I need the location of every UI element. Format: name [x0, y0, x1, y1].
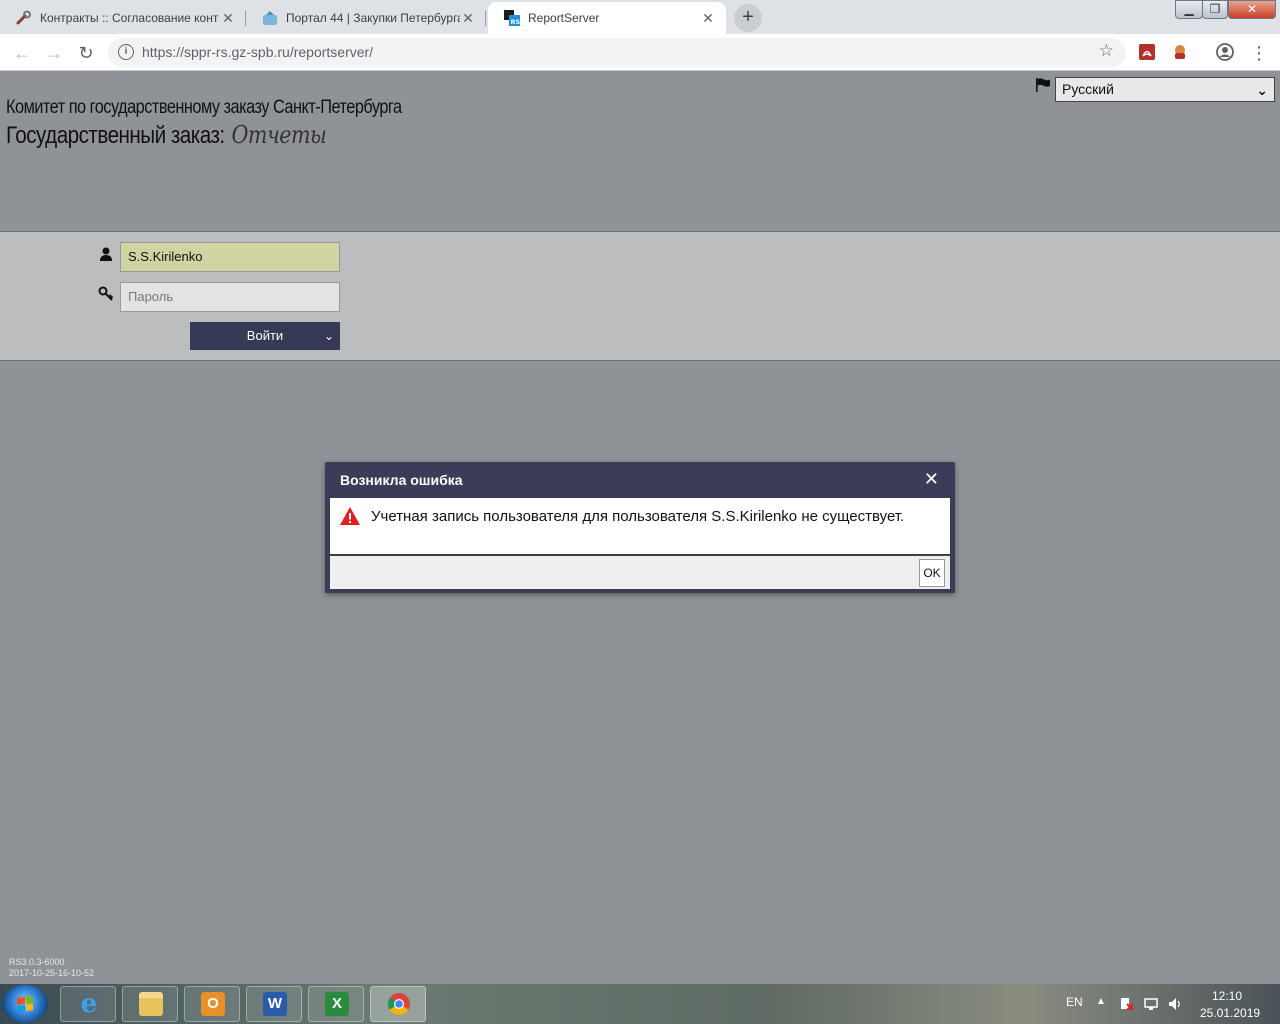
tab-title: Контракты :: Согласование конт: [40, 11, 219, 25]
login-button-label: Войти: [246, 328, 284, 343]
pdf-extension-icon[interactable]: [1138, 43, 1156, 61]
warning-icon: [340, 507, 360, 525]
tab-title: ReportServer: [528, 11, 600, 25]
minimize-button[interactable]: ▁: [1175, 0, 1203, 19]
new-tab-button[interactable]: +: [734, 4, 762, 32]
version-number: RS3.0.3-6000: [9, 957, 65, 967]
extension-icon[interactable]: [1171, 43, 1189, 61]
reportserver-icon: RS: [504, 10, 520, 26]
volume-icon[interactable]: [1168, 997, 1182, 1011]
flag-icon: [1036, 78, 1050, 92]
restore-button[interactable]: ❐: [1202, 0, 1228, 19]
page-title-script: Отчеты: [231, 121, 327, 149]
dialog-close-icon[interactable]: ✕: [924, 469, 939, 490]
windows-taskbar: e O W X EN ▲ 12:10 25.01.2019: [0, 984, 1280, 1024]
password-input[interactable]: Пароль: [120, 282, 340, 312]
dialog-footer: OK: [330, 556, 950, 589]
taskbar-internet-explorer[interactable]: e: [60, 986, 116, 1022]
tab-close-icon[interactable]: ✕: [700, 10, 716, 26]
page-header: Комитет по государственному заказу Санкт…: [0, 71, 1280, 231]
word-icon: W: [263, 992, 287, 1016]
ok-button[interactable]: OK: [919, 559, 945, 587]
browser-toolbar: ← → ↻ i https://sppr-rs.gz-spb.ru/report…: [0, 34, 1280, 71]
login-panel: S.S.Kirilenko Пароль Войти ⌄: [0, 231, 1280, 361]
error-dialog: Возникла ошибка ✕ Учетная запись пользов…: [325, 462, 955, 593]
language-selected-value: Русский: [1062, 81, 1114, 97]
chevron-down-icon[interactable]: ⌄: [324, 322, 334, 350]
chevron-down-icon: ⌄: [1256, 82, 1268, 98]
windows-logo-icon: [17, 996, 33, 1012]
browser-tab-strip: Контракты :: Согласование конт ✕ Портал …: [0, 0, 1280, 34]
show-hidden-icons[interactable]: ▲: [1096, 996, 1106, 1007]
browser-menu-icon[interactable]: ⋮: [1246, 40, 1272, 66]
reload-icon[interactable]: ↻: [73, 40, 99, 66]
address-bar[interactable]: i https://sppr-rs.gz-spb.ru/reportserver…: [108, 38, 1126, 67]
dialog-message: Учетная запись пользователя для пользова…: [371, 508, 905, 525]
url-text: https://sppr-rs.gz-spb.ru/reportserver/: [142, 44, 374, 60]
build-date: 2017-10-25-16-10-52: [9, 968, 95, 978]
tab-close-icon[interactable]: ✕: [460, 10, 476, 26]
network-icon[interactable]: [1144, 997, 1158, 1011]
clock-time[interactable]: 12:10: [1212, 989, 1242, 1003]
username-input[interactable]: S.S.Kirilenko: [120, 242, 340, 272]
login-button[interactable]: Войти ⌄: [190, 322, 340, 350]
window-close-button[interactable]: ✕: [1228, 0, 1276, 19]
folder-icon: [139, 992, 163, 1016]
taskbar-outlook[interactable]: O: [184, 986, 240, 1022]
outlook-icon: O: [201, 992, 225, 1016]
action-center-icon[interactable]: [1120, 997, 1134, 1011]
portal-icon: [263, 11, 277, 25]
taskbar-file-explorer[interactable]: [122, 986, 178, 1022]
tab-reportserver[interactable]: RS ReportServer ✕: [488, 2, 726, 34]
taskbar-word[interactable]: W: [246, 986, 302, 1022]
profile-icon[interactable]: [1216, 43, 1234, 61]
user-icon: [100, 247, 112, 261]
tab-close-icon[interactable]: ✕: [220, 10, 236, 26]
tab-portal44[interactable]: Портал 44 | Закупки Петербурга ✕: [246, 2, 486, 34]
taskbar-chrome[interactable]: [370, 986, 426, 1022]
start-button[interactable]: [2, 985, 48, 1023]
tab-title: Портал 44 | Закупки Петербурга: [286, 11, 460, 25]
key-icon: [98, 286, 114, 301]
tools-icon: [16, 10, 31, 25]
tab-contracts[interactable]: Контракты :: Согласование конт ✕: [0, 2, 246, 34]
bookmark-star-icon[interactable]: ☆: [1099, 41, 1114, 61]
chrome-icon: [388, 993, 410, 1015]
svg-text:RS: RS: [511, 18, 521, 26]
page-title-text: Государственный заказ:: [6, 122, 225, 149]
forward-icon[interactable]: →: [41, 40, 67, 66]
back-icon[interactable]: ←: [9, 40, 35, 66]
clock-date[interactable]: 25.01.2019: [1200, 1006, 1260, 1020]
page-title: Государственный заказ: Отчеты: [6, 121, 327, 150]
excel-icon: X: [325, 992, 349, 1016]
organization-name: Комитет по государственному заказу Санкт…: [6, 97, 402, 118]
site-info-icon[interactable]: i: [118, 44, 134, 60]
language-select[interactable]: Русский ⌄: [1055, 77, 1275, 102]
internet-explorer-icon: e: [80, 989, 98, 1019]
dialog-title: Возникла ошибка: [340, 472, 463, 488]
dialog-body: Учетная запись пользователя для пользова…: [330, 498, 950, 554]
taskbar-excel[interactable]: X: [308, 986, 364, 1022]
version-info: RS3.0.3-6000 2017-10-25-16-10-52: [9, 957, 94, 979]
input-language[interactable]: EN: [1066, 995, 1083, 1009]
